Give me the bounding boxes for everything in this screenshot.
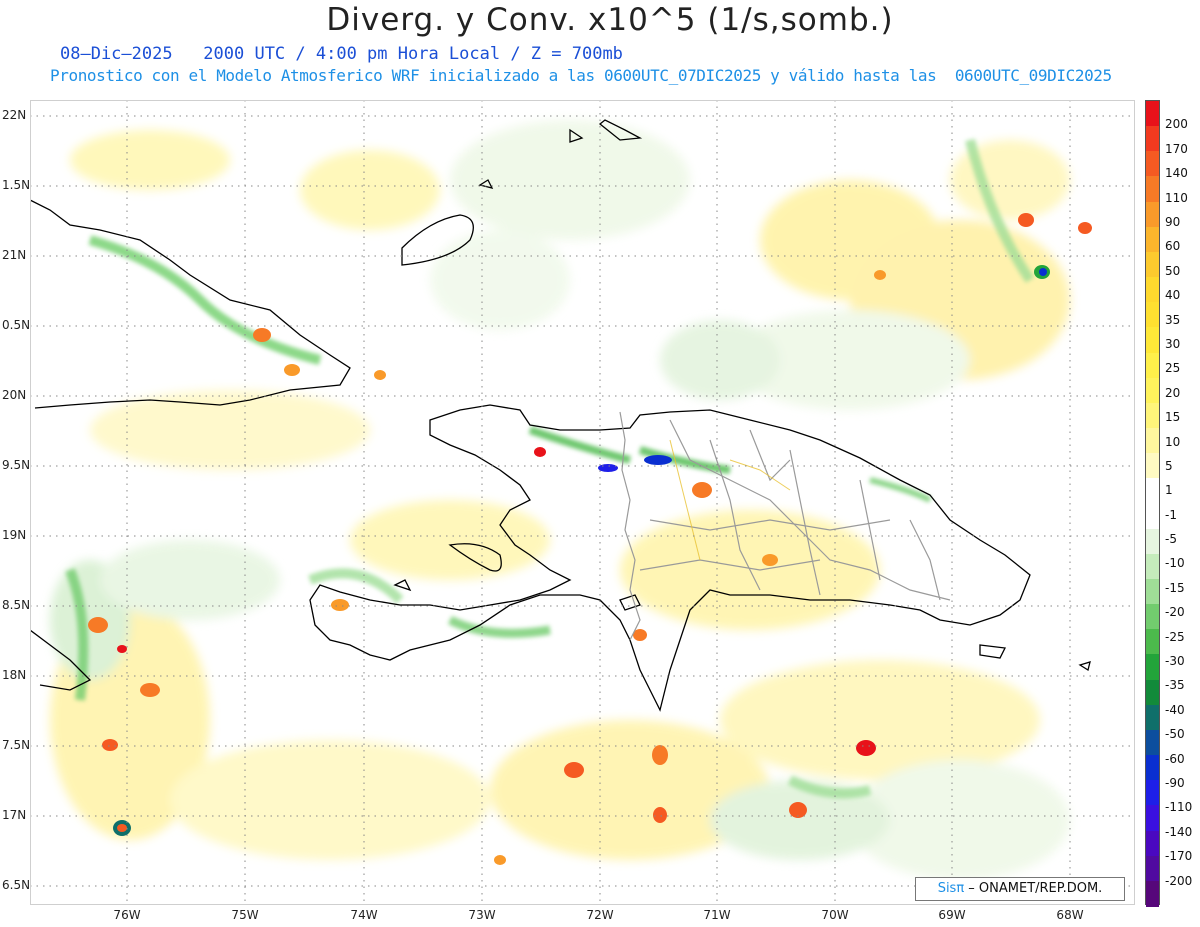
colorbar-segment	[1146, 377, 1159, 404]
lat-label: 18N	[2, 668, 27, 682]
colorbar-segment	[1146, 428, 1159, 454]
colorbar-segment	[1146, 503, 1159, 530]
colorbar-segment	[1146, 729, 1159, 756]
colorbar-label: 5	[1165, 458, 1173, 473]
colorbar-label: 170	[1165, 141, 1188, 156]
colorbar-segment	[1146, 629, 1159, 655]
colorbar-segment	[1146, 805, 1159, 832]
colorbar-label: -40	[1165, 702, 1185, 717]
colorbar-segment	[1146, 654, 1159, 681]
colorbar-label: -1	[1165, 507, 1177, 522]
colorbar-label: -15	[1165, 580, 1185, 595]
colorbar-segment	[1146, 327, 1159, 354]
colorbar-label: -170	[1165, 849, 1193, 864]
lon-label: 70W	[821, 908, 849, 922]
colorbar-label: 40	[1165, 288, 1181, 303]
lat-label: 22N	[2, 108, 27, 122]
lon-label: 72W	[586, 908, 614, 922]
lat-label: 6.5N	[2, 878, 31, 892]
credit-box: Sisπ – ONAMET/REP.DOM.	[915, 877, 1125, 901]
colorbar-label: 60	[1165, 239, 1181, 254]
colorbar-segment	[1146, 101, 1159, 127]
colorbar-label: -5	[1165, 532, 1177, 547]
credit-text: – ONAMET/REP.DOM.	[964, 881, 1103, 896]
map-area	[29, 100, 1135, 905]
colorbar-segment	[1146, 880, 1159, 907]
map-svg	[29, 100, 1135, 905]
colorbar-segment	[1146, 402, 1159, 429]
lat-label: 20N	[2, 388, 27, 402]
colorbar-label: 15	[1165, 410, 1181, 425]
colorbar-segment	[1146, 453, 1159, 479]
colorbar-segment	[1146, 604, 1159, 630]
colorbar-segment	[1146, 679, 1159, 706]
colorbar-segment	[1146, 277, 1159, 303]
colorbar-segment	[1146, 176, 1159, 203]
colorbar-segment	[1146, 578, 1159, 605]
lat-label: 21N	[2, 248, 27, 262]
colorbar-label: 1	[1165, 483, 1173, 498]
colorbar-segment	[1146, 478, 1159, 504]
lon-label: 75W	[231, 908, 259, 922]
lat-label: 7.5N	[2, 738, 31, 752]
lon-label: 74W	[350, 908, 378, 922]
lat-label: 0.5N	[2, 318, 31, 332]
lat-label: 17N	[2, 808, 27, 822]
colorbar-label: -30	[1165, 654, 1185, 669]
lon-label: 76W	[113, 908, 141, 922]
colorbar-label: -140	[1165, 824, 1193, 839]
colorbar-label: -35	[1165, 678, 1185, 693]
colorbar-segment	[1146, 151, 1159, 177]
colorbar-label: 25	[1165, 361, 1181, 376]
colorbar-segment	[1146, 201, 1159, 228]
colorbar-label: -25	[1165, 629, 1185, 644]
colorbar	[1145, 100, 1160, 907]
colorbar-label: 90	[1165, 214, 1181, 229]
colorbar-segment	[1146, 226, 1159, 253]
credit-brand: Sisπ	[937, 881, 965, 896]
colorbar-segment	[1146, 553, 1159, 580]
lat-label: 1.5N	[2, 178, 31, 192]
lat-label: 19N	[2, 528, 27, 542]
colorbar-label: -10	[1165, 556, 1185, 571]
lon-label: 71W	[703, 908, 731, 922]
colorbar-segment	[1146, 528, 1159, 555]
colorbar-label: 35	[1165, 312, 1181, 327]
colorbar-segment	[1146, 830, 1159, 857]
colorbar-label: 110	[1165, 190, 1188, 205]
lon-label: 69W	[938, 908, 966, 922]
colorbar-label: -110	[1165, 800, 1193, 815]
colorbar-label: 20	[1165, 385, 1181, 400]
colorbar-segment	[1146, 126, 1159, 152]
colorbar-label: -200	[1165, 873, 1193, 888]
colorbar-label: 50	[1165, 263, 1181, 278]
colorbar-segment	[1146, 251, 1159, 278]
lon-label: 73W	[468, 908, 496, 922]
chart-title: Diverg. y Conv. x10^5 (1/s,somb.)	[326, 2, 894, 38]
colorbar-segment	[1146, 302, 1159, 328]
colorbar-label: -50	[1165, 727, 1185, 742]
colorbar-label: 30	[1165, 336, 1181, 351]
colorbar-label: -90	[1165, 776, 1185, 791]
colorbar-segment	[1146, 704, 1159, 731]
colorbar-segment	[1146, 855, 1159, 882]
lon-label: 68W	[1056, 908, 1084, 922]
colorbar-segment	[1146, 352, 1159, 379]
lat-label: 8.5N	[2, 598, 31, 612]
lat-label: 9.5N	[2, 458, 31, 472]
subtitle-date: 08–Dic–2025 2000 UTC / 4:00 pm Hora Loca…	[60, 44, 623, 64]
colorbar-segment	[1146, 780, 1159, 806]
colorbar-label: 10	[1165, 434, 1181, 449]
colorbar-label: 140	[1165, 166, 1188, 181]
colorbar-segment	[1146, 755, 1159, 781]
colorbar-label: -60	[1165, 751, 1185, 766]
subtitle-model: Pronostico con el Modelo Atmosferico WRF…	[50, 66, 1112, 85]
colorbar-label: -20	[1165, 605, 1185, 620]
colorbar-label: 200	[1165, 117, 1188, 132]
